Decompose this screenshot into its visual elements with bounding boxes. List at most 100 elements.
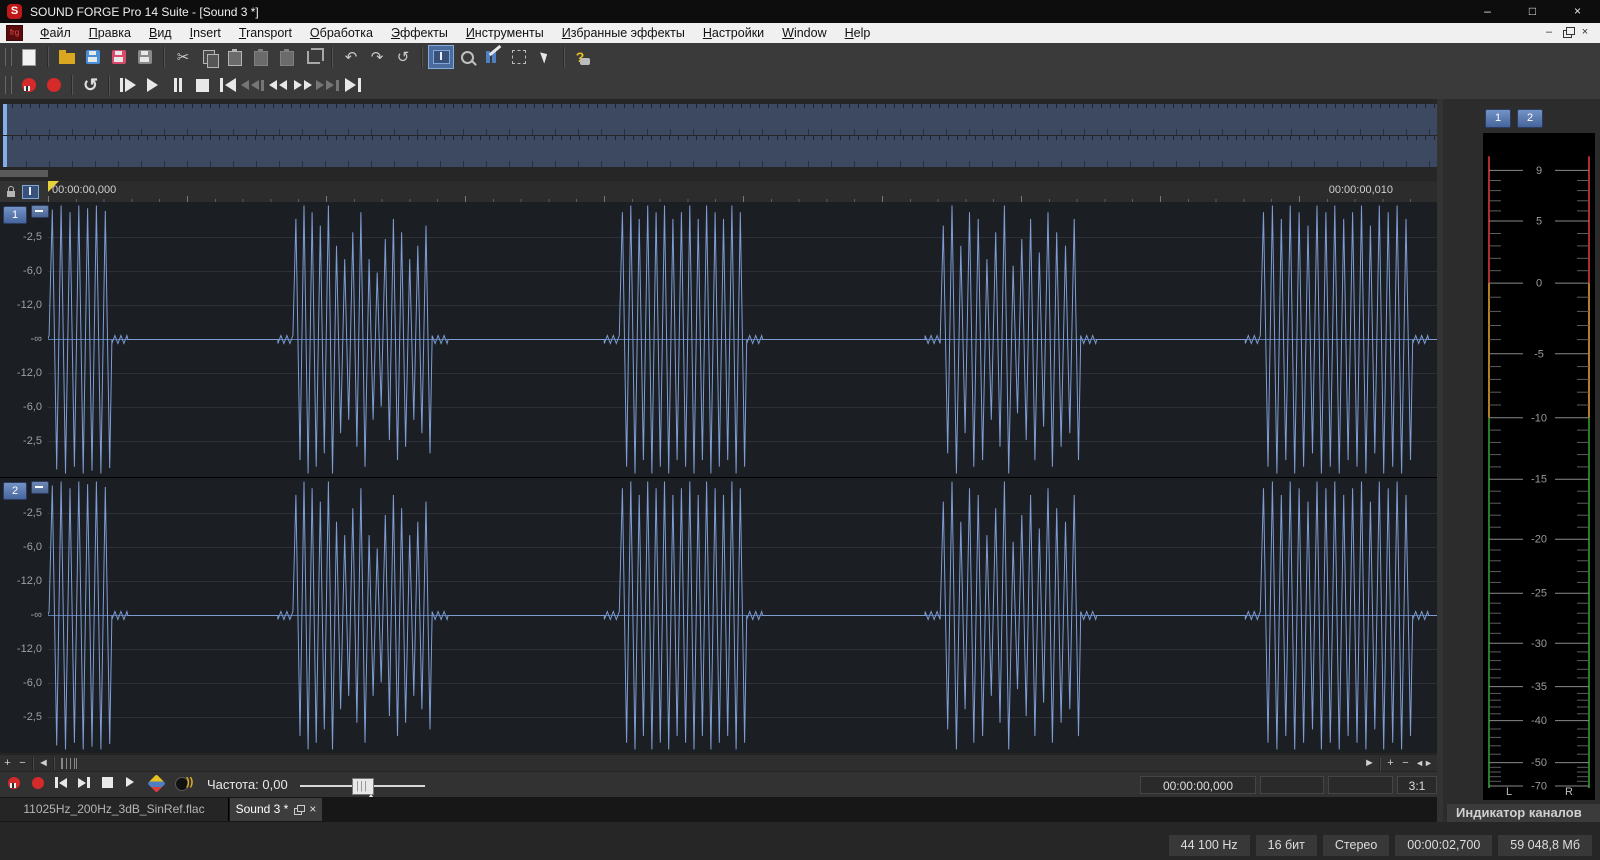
menu-process[interactable]: Обработка	[301, 26, 382, 40]
zoom-in-button[interactable]: +	[0, 757, 15, 771]
scroll-left-button[interactable]: ◄	[36, 757, 51, 771]
status-channel-mode[interactable]: Стерео	[1322, 835, 1390, 856]
loop-playback-button[interactable]: ↺	[78, 73, 103, 97]
channel-1-badge[interactable]: 1	[3, 206, 27, 224]
selection-start-display[interactable]	[1260, 776, 1324, 794]
overview-scrollbar[interactable]	[0, 168, 1437, 179]
save-button[interactable]	[80, 45, 106, 69]
zoom-fit-button[interactable]: ◄►	[1413, 757, 1435, 771]
event-tool-button[interactable]	[532, 45, 558, 69]
copy-button[interactable]	[196, 45, 222, 69]
close-button[interactable]: ×	[1555, 0, 1600, 23]
forward-all-button[interactable]	[315, 73, 340, 97]
waveform-channel-1[interactable]	[48, 202, 1437, 477]
status-free-space[interactable]: 59 048,8 Мб	[1498, 835, 1592, 856]
save-all-button[interactable]	[132, 45, 158, 69]
menu-edit[interactable]: Правка	[80, 26, 140, 40]
channel-1-minimize-button[interactable]	[31, 205, 49, 218]
trim-button[interactable]	[300, 45, 326, 69]
menu-transport[interactable]: Transport	[230, 26, 301, 40]
zoom-out-button[interactable]: −	[1398, 757, 1413, 771]
tab-sound3-active[interactable]: Sound 3 * ×	[230, 798, 322, 821]
repeat-button[interactable]: ↺	[390, 45, 416, 69]
mdi-close-button[interactable]: ×	[1576, 23, 1594, 43]
channel-2-badge[interactable]: 2	[3, 482, 27, 500]
menu-view[interactable]: Вид	[140, 26, 181, 40]
overview-bar-right[interactable]	[3, 136, 1437, 167]
record-remote-button[interactable]	[8, 777, 20, 789]
go-to-start-button[interactable]	[55, 777, 67, 788]
waveform-channel-2[interactable]	[48, 478, 1437, 753]
overview-scroll-thumb[interactable]	[0, 170, 48, 177]
overview-cursor[interactable]	[3, 104, 7, 135]
edit-tool-button[interactable]	[428, 45, 454, 69]
maximize-button[interactable]: □	[1510, 0, 1555, 23]
zoom-in-button[interactable]: +	[1383, 757, 1398, 771]
stop-button[interactable]	[190, 73, 215, 97]
redo-button[interactable]: ↷	[364, 45, 390, 69]
paste-to-new-button[interactable]	[274, 45, 300, 69]
help-button[interactable]: ?	[570, 45, 596, 69]
rewind-all-button[interactable]	[240, 73, 265, 97]
time-ruler[interactable]: 00:00:00,000 00:00:00,010	[0, 181, 1437, 203]
frequency-slider-handle[interactable]	[352, 778, 374, 795]
record-button[interactable]	[32, 777, 44, 789]
menu-window[interactable]: Window	[773, 26, 835, 40]
stop-button[interactable]	[102, 777, 113, 788]
cursor-time-display[interactable]: 00:00:00,000	[1140, 776, 1256, 794]
go-to-start-button[interactable]	[215, 73, 240, 97]
tab-restore-icon[interactable]	[293, 804, 306, 815]
zoom-ratio-display[interactable]: 3:1	[1397, 776, 1437, 794]
status-length[interactable]: 00:00:02,700	[1395, 835, 1493, 856]
level-meter[interactable]: 9 5 0 -5 -10 -15 -20 -25 -30 -35 -40 -50 -70 L R	[1483, 133, 1595, 800]
scroll-right-button[interactable]: ►	[1362, 757, 1377, 771]
scrollbar-thumb[interactable]	[61, 758, 77, 769]
overview-cursor[interactable]	[3, 136, 7, 167]
cut-button[interactable]: ✂	[170, 45, 196, 69]
magnify-tool-button[interactable]	[454, 45, 480, 69]
status-bit-depth[interactable]: 16 бит	[1255, 835, 1317, 856]
play-button[interactable]	[126, 777, 134, 787]
selection-end-display[interactable]	[1328, 776, 1393, 794]
toolbar-grip[interactable]	[5, 76, 12, 94]
go-to-end-button[interactable]	[78, 777, 90, 788]
overview-bar-left[interactable]	[3, 104, 1437, 135]
status-sample-rate[interactable]: 44 100 Hz	[1168, 835, 1250, 856]
forward-button[interactable]	[290, 73, 315, 97]
zoom-out-button[interactable]: −	[15, 757, 30, 771]
edit-tool-icon[interactable]	[22, 184, 39, 199]
channel-2-minimize-button[interactable]	[31, 481, 49, 494]
new-file-button[interactable]	[16, 45, 42, 69]
paste-special-button[interactable]	[248, 45, 274, 69]
undo-button[interactable]: ↶	[338, 45, 364, 69]
menu-help[interactable]: Help	[836, 26, 880, 40]
menu-file[interactable]: Файл	[31, 26, 80, 40]
rewind-button[interactable]	[265, 73, 290, 97]
waveform-area[interactable]: -2,5 -6,0 -12,0 -∞ -12,0 -6,0 -2,5 -2,5 -6,0 -12…	[0, 202, 1437, 753]
tab-close-icon[interactable]: ×	[309, 803, 316, 815]
save-as-button[interactable]	[106, 45, 132, 69]
record-remote-button[interactable]	[16, 73, 41, 97]
pause-button[interactable]	[165, 73, 190, 97]
menu-effects[interactable]: Эффекты	[382, 26, 457, 40]
scrub-tool-button[interactable]	[175, 776, 193, 791]
pencil-tool-button[interactable]	[480, 45, 506, 69]
open-button[interactable]	[54, 45, 80, 69]
meter-channel-1-button[interactable]: 1	[1485, 109, 1511, 128]
go-to-end-button[interactable]	[340, 73, 365, 97]
menu-favorites[interactable]: Избранные эффекты	[553, 26, 694, 40]
lock-icon[interactable]	[7, 185, 15, 197]
mdi-restore-button[interactable]	[1558, 23, 1576, 43]
menu-tools[interactable]: Инструменты	[457, 26, 553, 40]
meter-channel-2-button[interactable]: 2	[1517, 109, 1543, 128]
play-all-button[interactable]	[115, 73, 140, 97]
mdi-minimize-button[interactable]: –	[1540, 23, 1558, 43]
paste-button[interactable]	[222, 45, 248, 69]
record-button[interactable]	[41, 73, 66, 97]
pencil-tool-button[interactable]	[147, 774, 166, 793]
menu-options[interactable]: Настройки	[694, 26, 773, 40]
tab-11025hz-file[interactable]: 11025Hz_200Hz_3dB_SinRef.flac	[0, 798, 229, 821]
menu-insert[interactable]: Insert	[181, 26, 230, 40]
minimize-button[interactable]: –	[1465, 0, 1510, 23]
toolbar-grip[interactable]	[5, 48, 12, 66]
